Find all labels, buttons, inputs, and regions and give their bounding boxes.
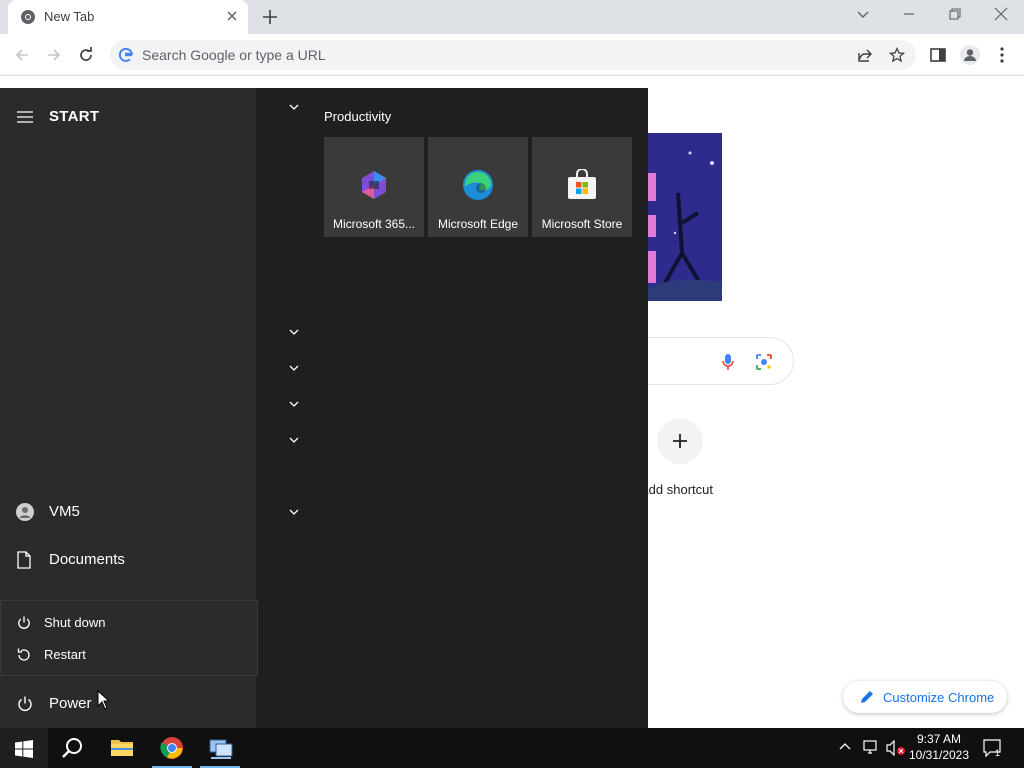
chrome-icon	[160, 736, 184, 760]
tab-title: New Tab	[44, 9, 95, 24]
voice-search-icon[interactable]	[721, 353, 735, 371]
start-button[interactable]	[0, 728, 48, 768]
documents-label: Documents	[49, 551, 125, 568]
tile-label: Microsoft Store	[541, 217, 623, 231]
start-title: START	[49, 108, 100, 125]
search-icon	[61, 737, 83, 759]
customize-chrome-button[interactable]: Customize Chrome	[843, 681, 1007, 713]
restart-label: Restart	[44, 647, 86, 662]
documents-item[interactable]: Documents	[0, 540, 256, 580]
shut-down-option[interactable]: Shut down	[1, 607, 257, 639]
lens-search-icon[interactable]	[755, 353, 773, 371]
reload-icon[interactable]	[77, 46, 95, 64]
action-center-button[interactable]: 1	[982, 738, 1004, 778]
omnibox[interactable]: Search Google or type a URL	[110, 40, 916, 70]
restart-icon	[16, 647, 32, 663]
tile-label: Microsoft Edge	[437, 217, 519, 231]
minimize-icon[interactable]	[901, 6, 917, 22]
share-icon[interactable]	[857, 47, 873, 63]
file-explorer-button[interactable]	[98, 728, 146, 768]
google-g-icon	[119, 48, 133, 62]
show-hidden-icons-chevron-icon[interactable]	[838, 740, 852, 780]
restart-option[interactable]: Restart	[1, 639, 257, 671]
close-window-icon[interactable]	[993, 6, 1009, 22]
chrome-taskbar-button[interactable]	[148, 728, 196, 768]
tile-microsoft-365[interactable]: Microsoft 365...	[324, 137, 424, 237]
group-collapse-chevron-icon[interactable]	[288, 363, 300, 373]
new-tab-button[interactable]	[260, 7, 280, 27]
power-label: Power	[49, 695, 92, 712]
group-collapse-chevron-icon[interactable]	[288, 507, 300, 517]
power-icon	[16, 695, 34, 713]
pencil-icon	[859, 689, 875, 705]
tile-label: Microsoft 365...	[332, 217, 416, 231]
customize-chrome-label: Customize Chrome	[883, 690, 995, 705]
start-menu: START VM5 Documents Power Shut down Rest…	[0, 88, 648, 728]
microsoft-365-icon	[358, 169, 390, 201]
tab-close-icon[interactable]	[226, 10, 238, 22]
side-panel-icon[interactable]	[929, 46, 947, 64]
network-status-icon[interactable]	[862, 740, 880, 780]
group-collapse-chevron-icon[interactable]	[288, 327, 300, 337]
clock-date: 10/31/2023	[908, 748, 970, 762]
mouse-pointer-icon	[97, 690, 109, 710]
browser-toolbar: Search Google or type a URL	[0, 34, 1024, 76]
restore-icon[interactable]	[947, 6, 963, 22]
clock-time: 9:37 AM	[916, 732, 962, 746]
user-account-item[interactable]: VM5	[0, 492, 256, 532]
add-shortcut-button[interactable]	[657, 418, 703, 464]
document-icon	[16, 551, 32, 569]
hamburger-menu-icon[interactable]	[17, 110, 33, 124]
user-avatar-icon	[16, 503, 34, 521]
add-shortcut-label: Add shortcut	[640, 482, 713, 497]
volume-muted-icon[interactable]	[886, 740, 906, 780]
group-collapse-chevron-icon[interactable]	[288, 435, 300, 445]
search-button[interactable]	[48, 728, 96, 768]
taskbar-clock[interactable]: 9:37 AM 10/31/2023	[906, 731, 972, 763]
network-app-icon	[208, 736, 234, 760]
chrome-menu-icon[interactable]	[996, 46, 1008, 64]
folder-icon	[110, 736, 134, 758]
tab-new-tab[interactable]: New Tab	[8, 0, 248, 34]
tile-microsoft-store[interactable]: Microsoft Store	[532, 137, 632, 237]
power-options-flyout: Shut down Restart	[0, 600, 258, 676]
taskbar: 9:37 AM 10/31/2023 1	[0, 728, 1024, 768]
back-icon[interactable]	[13, 46, 31, 64]
store-icon	[566, 169, 598, 201]
power-item[interactable]: Power	[0, 684, 256, 724]
windows-logo-icon	[15, 740, 33, 758]
shut-down-icon	[16, 615, 32, 631]
tile-microsoft-edge[interactable]: Microsoft Edge	[428, 137, 528, 237]
chrome-favicon-icon	[20, 9, 36, 25]
forward-icon[interactable]	[45, 46, 63, 64]
tile-group-title: Productivity	[324, 109, 392, 124]
edge-icon	[462, 169, 494, 201]
network-app-button[interactable]	[196, 728, 244, 768]
omnibox-placeholder: Search Google or type a URL	[142, 47, 326, 63]
user-name: VM5	[49, 503, 80, 520]
bookmark-star-icon[interactable]	[889, 47, 905, 63]
group-collapse-chevron-icon[interactable]	[288, 102, 300, 112]
group-collapse-chevron-icon[interactable]	[288, 399, 300, 409]
tab-strip: New Tab	[0, 0, 1024, 34]
profile-avatar-icon[interactable]	[959, 44, 981, 66]
plus-icon	[672, 433, 688, 449]
tab-search-icon[interactable]	[855, 6, 871, 22]
shut-down-label: Shut down	[44, 615, 106, 630]
notification-count: 1	[995, 748, 1000, 758]
